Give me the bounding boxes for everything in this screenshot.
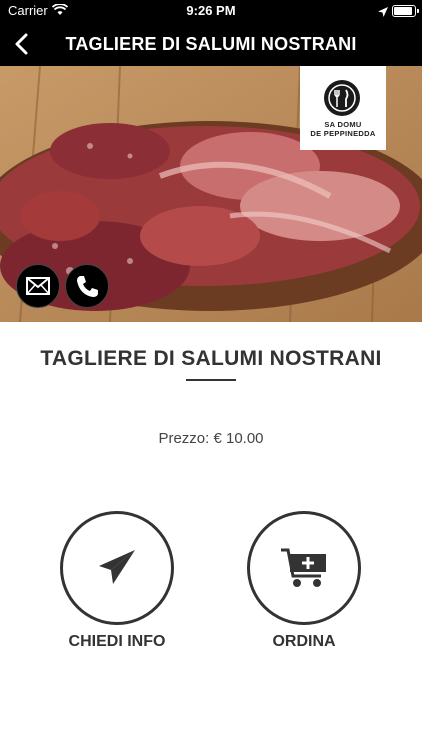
cart-add-icon: [281, 548, 326, 587]
navigation-bar: TAGLIERE DI SALUMI NOSTRANI: [0, 22, 422, 66]
ask-info-label[interactable]: CHIEDI INFO: [37, 633, 197, 651]
fork-knife-icon: [324, 80, 360, 116]
order-label[interactable]: ORDINA: [224, 633, 384, 651]
status-bar: Carrier 9:26 PM: [0, 0, 422, 22]
order-button[interactable]: [247, 511, 361, 625]
product-image: SA DOMU DE PEPPINEDDA: [0, 66, 422, 322]
clock: 9:26 PM: [186, 3, 236, 18]
location-icon: [378, 5, 388, 20]
phone-icon: [77, 276, 98, 297]
phone-button[interactable]: [65, 264, 109, 308]
logo-line-1: SA DOMU: [324, 120, 362, 129]
battery-icon: [392, 5, 419, 17]
mail-icon: [26, 277, 50, 295]
mail-button[interactable]: [16, 264, 60, 308]
title-divider: [186, 379, 236, 381]
logo-line-2: DE PEPPINEDDA: [310, 129, 376, 138]
ask-info-button[interactable]: [60, 511, 174, 625]
page-title: TAGLIERE DI SALUMI NOSTRANI: [65, 34, 357, 54]
product-title: TAGLIERE DI SALUMI NOSTRANI: [40, 347, 382, 370]
paper-plane-icon: [99, 550, 135, 584]
restaurant-logo: SA DOMU DE PEPPINEDDA: [300, 66, 386, 150]
logo-text: SA DOMU DE PEPPINEDDA: [300, 120, 386, 138]
price-label: Prezzo: € 10.00: [158, 430, 264, 447]
